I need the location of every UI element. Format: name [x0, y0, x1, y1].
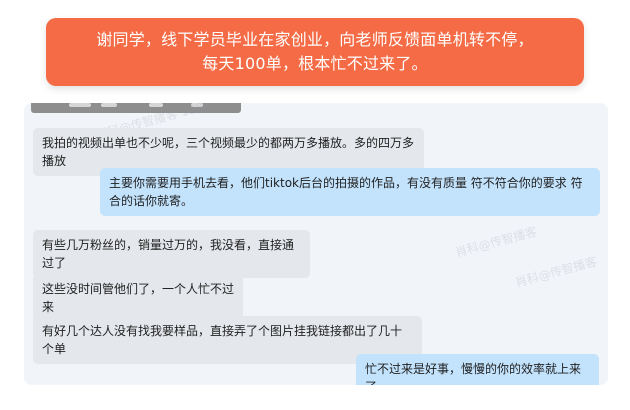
headline-line-1: 谢同学，线下学员毕业在家创业，向老师反馈面单机转不停，	[96, 30, 534, 49]
chat-screenshot: 肖科@传智播客 1384 肖科@传智播客 1384 肖科@传智播客 肖科@传智播…	[24, 103, 608, 385]
cropped-screenshot-strip	[31, 103, 241, 113]
strip-mark	[149, 103, 163, 107]
strip-mark	[69, 103, 91, 107]
message-bubble-right: 忙不过来是好事，慢慢的你的效率就上来了。	[356, 354, 599, 385]
message-bubble-right: 主要你需要用手机去看，他们tiktok后台的拍摄的作品，有没有质量 符不符合你的…	[100, 168, 600, 216]
strip-mark	[191, 103, 203, 107]
strip-mark	[101, 103, 117, 107]
watermark: 肖科@传智播客	[453, 224, 539, 260]
watermark: 肖科@传智播客	[513, 254, 599, 290]
message-bubble-left: 有些几万粉丝的，销量过万的，我没看，直接通过了	[33, 230, 310, 278]
headline-line-2: 每天100单，根本忙不过来了。	[202, 54, 428, 73]
message-bubble-left: 这些没时间管他们了，一个人忙不过来	[33, 274, 243, 322]
headline-banner: 谢同学，线下学员毕业在家创业，向老师反馈面单机转不停， 每天100单，根本忙不过…	[46, 18, 584, 86]
